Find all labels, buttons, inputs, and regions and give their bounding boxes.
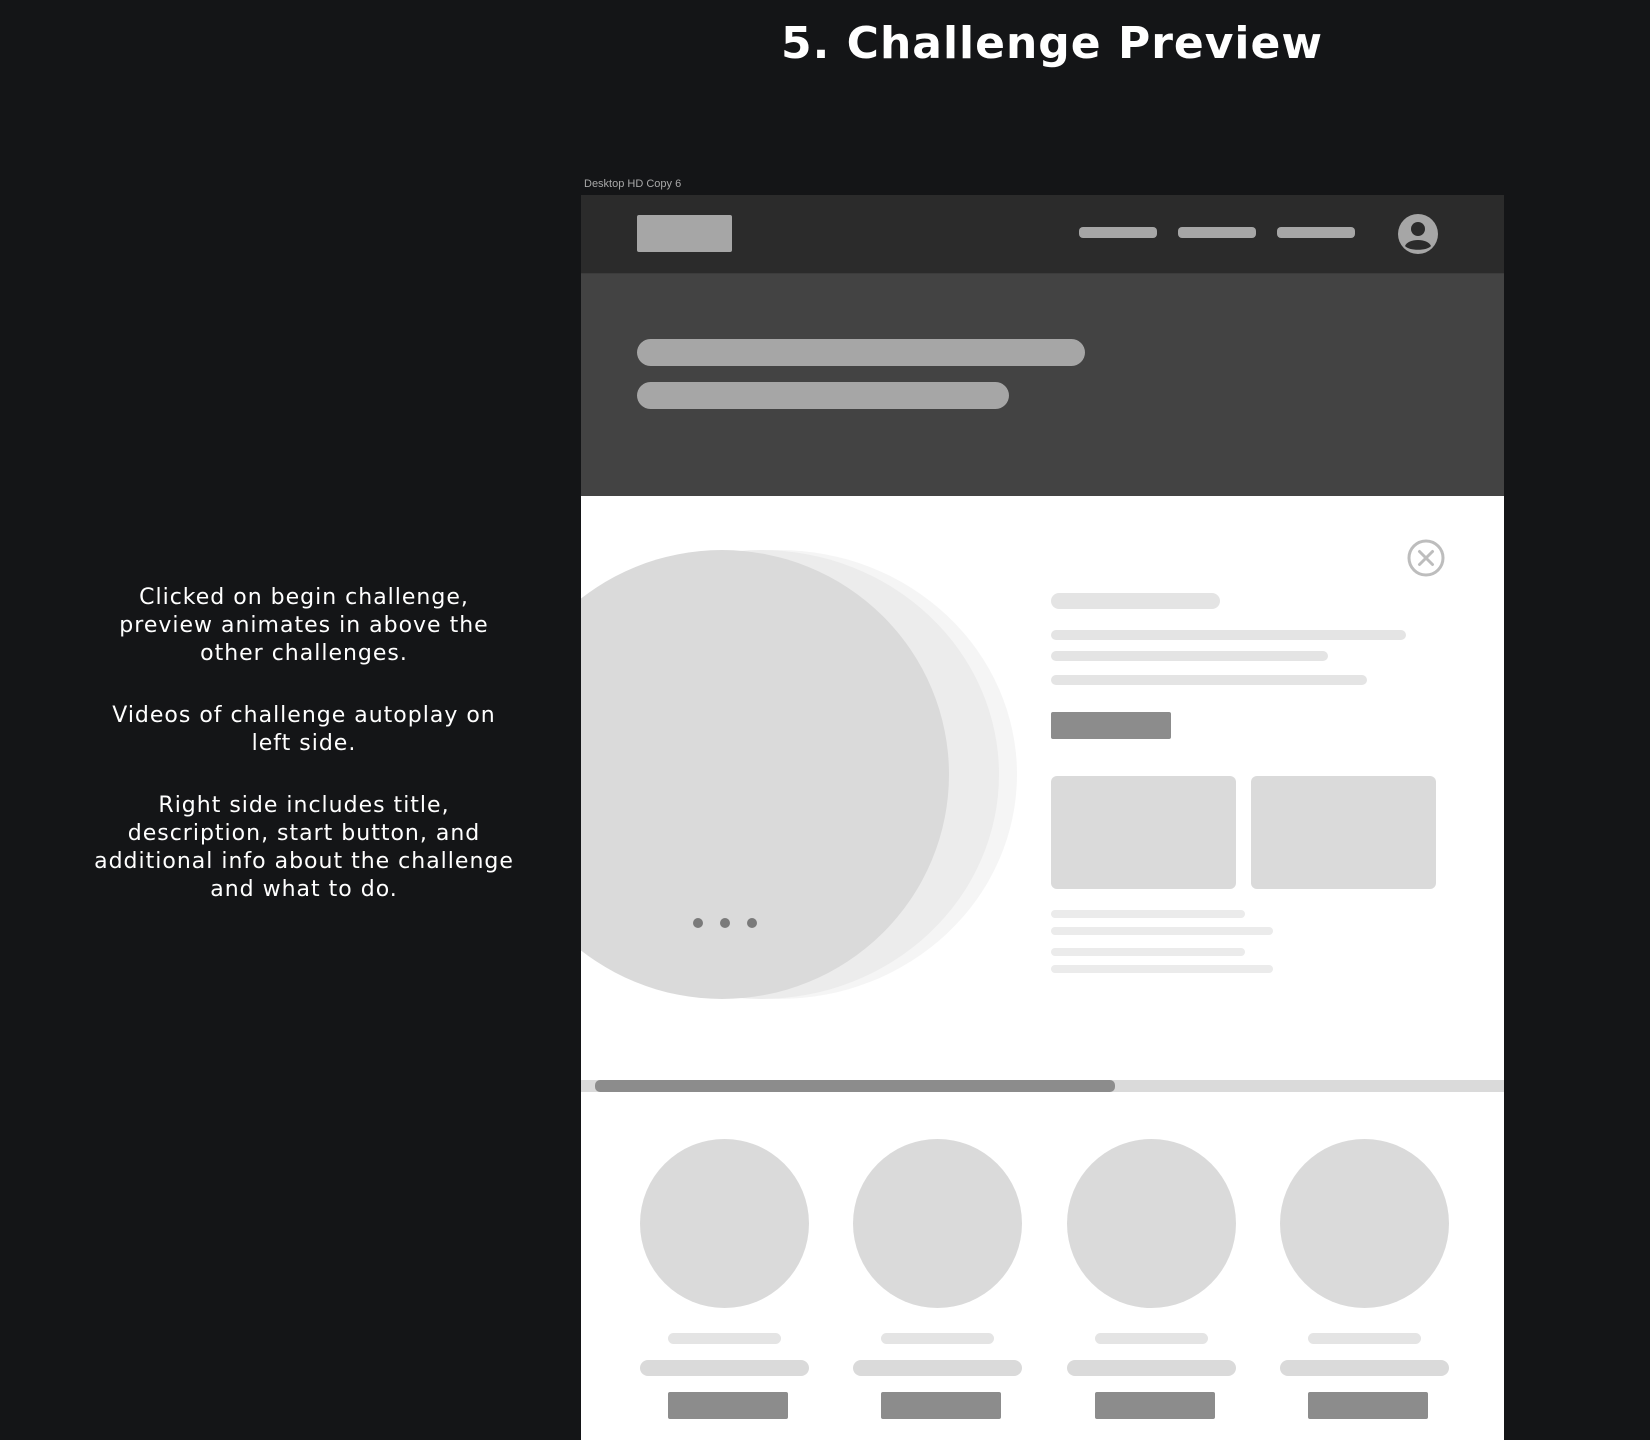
- artboard-label: Desktop HD Copy 6: [584, 178, 682, 190]
- close-icon[interactable]: [1407, 539, 1445, 577]
- nav-link-2[interactable]: [1178, 227, 1256, 238]
- note-1: Clicked on begin challenge, preview anim…: [119, 585, 489, 666]
- top-nav: [581, 195, 1504, 274]
- challenge-card-button[interactable]: [881, 1392, 1001, 1419]
- info-line-3: [1051, 948, 1245, 956]
- horizontal-scrollbar-thumb[interactable]: [595, 1080, 1115, 1092]
- nav-link-1[interactable]: [1079, 227, 1157, 238]
- challenge-card-2[interactable]: [853, 1139, 1023, 1429]
- description-line-1: [1051, 630, 1406, 640]
- challenge-card-4[interactable]: [1280, 1139, 1450, 1429]
- challenge-card-title: [640, 1360, 809, 1376]
- challenge-card-image[interactable]: [1280, 1139, 1449, 1308]
- info-line-4: [1051, 965, 1273, 973]
- carousel-dot-3[interactable]: [747, 918, 757, 928]
- hero-title-placeholder: [637, 339, 1085, 366]
- annotation-notes: Clicked on begin challenge, preview anim…: [90, 584, 518, 938]
- page-title: 5. Challenge Preview: [781, 18, 1323, 69]
- carousel-dot-2[interactable]: [720, 918, 730, 928]
- user-avatar-icon[interactable]: [1398, 214, 1438, 254]
- info-line-1: [1051, 910, 1245, 918]
- start-challenge-button[interactable]: [1051, 712, 1171, 739]
- note-2: Videos of challenge autoplay on left sid…: [112, 703, 496, 756]
- challenge-card-button[interactable]: [1095, 1392, 1215, 1419]
- challenge-card-label: [1095, 1333, 1208, 1344]
- challenge-card-button[interactable]: [1308, 1392, 1428, 1419]
- challenge-card-3[interactable]: [1067, 1139, 1237, 1429]
- challenge-title-placeholder: [1051, 593, 1220, 609]
- challenge-card-title: [1280, 1360, 1449, 1376]
- info-line-2: [1051, 927, 1273, 935]
- hero-subtitle-placeholder: [637, 382, 1009, 409]
- challenge-card-1[interactable]: [640, 1139, 810, 1429]
- challenge-card-image[interactable]: [853, 1139, 1022, 1308]
- nav-link-3[interactable]: [1277, 227, 1355, 238]
- logo-placeholder[interactable]: [637, 215, 732, 252]
- description-line-2: [1051, 651, 1328, 661]
- info-card-1: [1051, 776, 1236, 889]
- challenge-card-label: [1308, 1333, 1421, 1344]
- challenge-card-title: [853, 1360, 1022, 1376]
- challenge-card-button[interactable]: [668, 1392, 788, 1419]
- carousel-dot-1[interactable]: [693, 918, 703, 928]
- hero-banner: [581, 274, 1504, 496]
- note-3: Right side includes title, description, …: [94, 793, 514, 902]
- challenge-card-image[interactable]: [640, 1139, 809, 1308]
- info-card-2: [1251, 776, 1436, 889]
- description-line-3: [1051, 675, 1367, 685]
- challenge-card-image[interactable]: [1067, 1139, 1236, 1308]
- challenge-card-title: [1067, 1360, 1236, 1376]
- challenge-card-label: [881, 1333, 994, 1344]
- challenge-card-label: [668, 1333, 781, 1344]
- desktop-artboard: [581, 195, 1504, 1440]
